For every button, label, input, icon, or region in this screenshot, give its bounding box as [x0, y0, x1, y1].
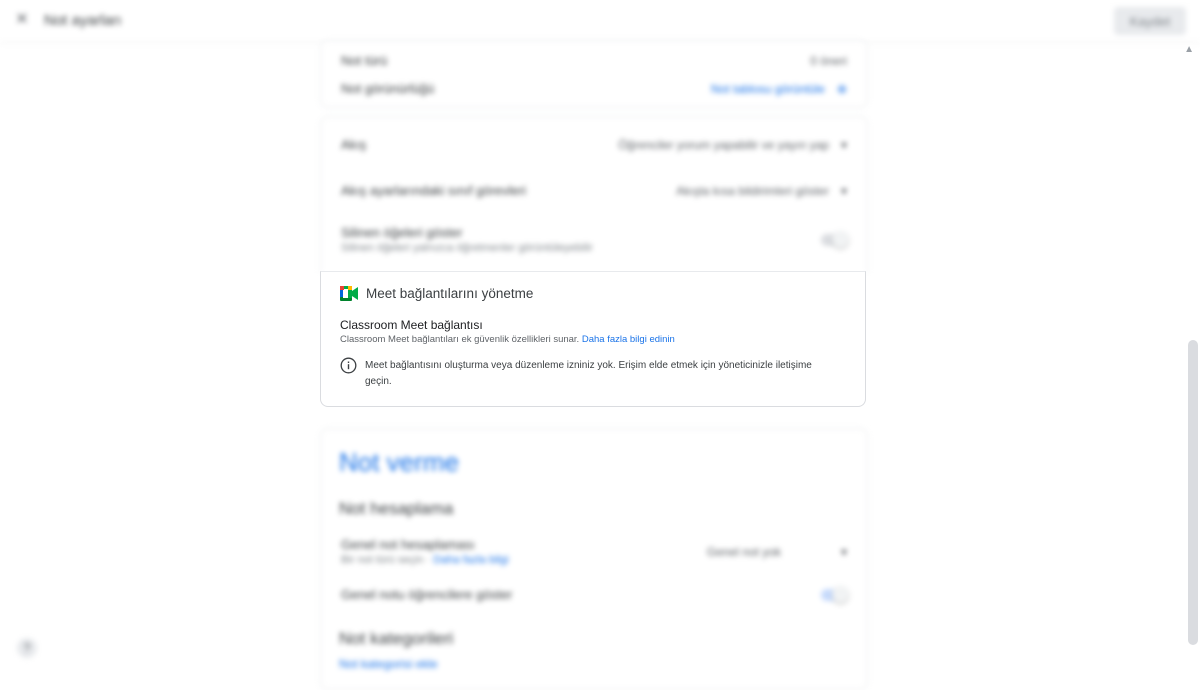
classwork-on-stream-row[interactable]: Akış ayarlarındaki sınıf görevleri Akışt…: [341, 183, 847, 198]
show-deleted-items-toggle[interactable]: [821, 230, 849, 248]
overall-grade-calc-row[interactable]: Genel not hesaplaması Bir not türü seçin…: [341, 537, 847, 566]
info-icon: [340, 357, 357, 374]
show-overall-grade-label: Genel notu öğrencilere göster: [341, 587, 513, 602]
grade-visibility-label: Not görünürlüğü: [341, 81, 435, 96]
classwork-on-stream-label: Akış ayarlarındaki sınıf görevleri: [341, 183, 526, 198]
meet-permission-text: Meet bağlantısını oluşturma veya düzenle…: [365, 360, 812, 387]
grade-visibility-row[interactable]: Not görünürlüğü Not tablosu görüntüle ⊕: [341, 81, 847, 96]
scrollbar-thumb[interactable]: [1188, 340, 1198, 645]
grade-settings-card: Not türü 0 öneri Not görünürlüğü Not tab…: [320, 40, 868, 108]
grade-learn-more-link[interactable]: Daha fazla bilgi: [433, 554, 508, 566]
dropdown-arrow-icon: ▾: [840, 544, 847, 559]
classwork-on-stream-value: Akışta kısa bildirimleri göster: [676, 183, 829, 198]
open-icon: ⊕: [836, 81, 847, 96]
show-deleted-items-label: Silinen öğeleri göster: [341, 225, 463, 240]
stream-row[interactable]: Akış Öğrenciler yorum yapabilir ve yayın…: [341, 137, 847, 152]
grade-type-row[interactable]: Not türü 0 öneri: [341, 53, 847, 68]
scroll-up-arrow-icon[interactable]: ▲: [1184, 44, 1194, 55]
dropdown-arrow-icon: ▾: [840, 137, 847, 152]
grade-categories-heading: Not kategorileri: [339, 629, 454, 648]
add-grade-category-link[interactable]: Not kategorisi ekle: [339, 657, 438, 671]
close-icon[interactable]: ✕: [14, 12, 30, 28]
meet-links-section: Meet bağlantılarını yönetme Classroom Me…: [320, 271, 866, 407]
overall-grade-calc-value: Genel not yok: [706, 544, 781, 559]
stream-label: Akış: [341, 137, 367, 152]
meet-connection-desc-text: Classroom Meet bağlantıları ek güvenlik …: [340, 334, 580, 345]
save-button[interactable]: Kaydet: [1114, 7, 1186, 35]
show-overall-grade-row: Genel notu öğrencilere göster: [341, 585, 849, 603]
grade-type-value: 0 öneri: [810, 53, 847, 68]
show-overall-grade-toggle[interactable]: [821, 585, 849, 603]
meet-section-title: Meet bağlantılarını yönetme: [366, 286, 534, 301]
stream-settings-card: Akış Öğrenciler yorum yapabilir ve yayın…: [320, 116, 868, 273]
show-deleted-items-row: Silinen öğeleri göster Silinen öğeleri y…: [341, 225, 849, 254]
meet-permission-notice: Meet bağlantısını oluşturma veya düzenle…: [340, 357, 840, 390]
grade-type-label: Not türü: [341, 53, 388, 68]
meet-header: Meet bağlantılarını yönetme: [340, 286, 533, 301]
grading-card: Not verme Not hesaplama Genel not hesapl…: [320, 428, 868, 690]
meet-connection-description: Classroom Meet bağlantıları ek güvenlik …: [340, 334, 675, 345]
help-icon[interactable]: ?: [17, 638, 37, 658]
grade-calculation-heading: Not hesaplama: [339, 499, 454, 518]
google-meet-icon: [340, 286, 358, 301]
top-bar: ✕ Not ayarları Kaydet: [0, 0, 1200, 43]
overall-grade-calc-label: Genel not hesaplaması: [341, 537, 475, 552]
meet-connection-title: Classroom Meet bağlantısı: [340, 318, 483, 332]
overall-grade-calc-sub: Bir not türü seçin ·: [341, 554, 431, 566]
view-gradebook-link[interactable]: Not tablosu görüntüle: [711, 82, 825, 96]
page-title: Not ayarları: [44, 12, 122, 29]
grading-heading: Not verme: [339, 447, 459, 477]
stream-value: Öğrenciler yorum yapabilir ve yayın yap: [618, 137, 829, 152]
dropdown-arrow-icon: ▾: [840, 183, 847, 198]
show-deleted-items-sub: Silinen öğeleri yalnızca öğretmenler gör…: [341, 242, 593, 254]
learn-more-link[interactable]: Daha fazla bilgi edinin: [582, 334, 675, 345]
